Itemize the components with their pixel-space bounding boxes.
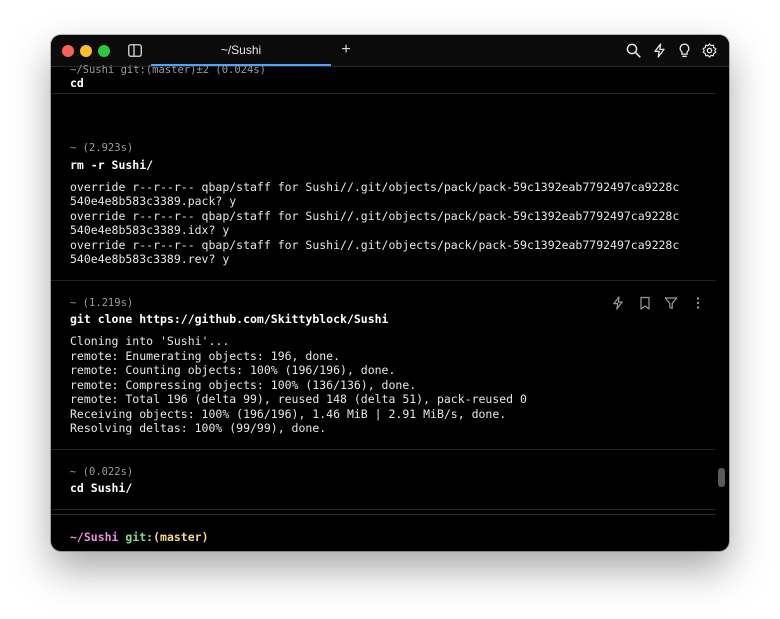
prompt-git-label: git:	[125, 530, 154, 544]
output-line: override r--r--r-- qbap/staff for Sushi/…	[70, 238, 680, 252]
scrollbar[interactable]	[718, 468, 725, 487]
lightning-icon[interactable]	[652, 43, 667, 58]
tab-sushi[interactable]: ~/Sushi	[151, 35, 331, 66]
output-line: override r--r--r-- qbap/staff for Sushi/…	[70, 180, 680, 194]
output-line: Resolving deltas: 100% (99/99), done.	[70, 421, 327, 435]
output-line: Receiving objects: 100% (196/196), 1.46 …	[70, 407, 507, 421]
close-window-button[interactable]	[62, 45, 74, 57]
output-line: remote: Counting objects: 100% (196/196)…	[70, 363, 396, 377]
block-workflow-lightning-icon[interactable]	[611, 296, 625, 310]
tab-title: ~/Sushi	[220, 43, 262, 57]
block-command[interactable]: cd Sushi/	[70, 481, 132, 496]
block-meta: ~ (1.219s)	[70, 297, 134, 309]
block-divider	[51, 280, 716, 281]
input-prompt[interactable]: ~/Sushi git:(master)	[70, 530, 209, 545]
block-command[interactable]: git clone https://github.com/Skittyblock…	[70, 312, 389, 327]
search-icon[interactable]	[626, 43, 641, 58]
output-line: remote: Total 196 (delta 99), reused 148…	[70, 392, 527, 406]
output-line: Cloning into 'Sushi'...	[70, 334, 230, 348]
block-divider	[51, 93, 716, 94]
block-meta: ~ (2.923s)	[70, 142, 134, 154]
prompt-branch: (master)	[153, 530, 209, 544]
block-command[interactable]: rm -r Sushi/	[70, 158, 153, 173]
lightbulb-icon[interactable]	[677, 43, 692, 58]
output-line: remote: Enumerating objects: 196, done.	[70, 349, 341, 363]
block-command[interactable]: cd	[70, 76, 84, 91]
minimize-window-button[interactable]	[80, 45, 92, 57]
block-meta: ~/Sushi git:(master)±2 (0.024s)	[70, 64, 266, 76]
input-divider	[51, 514, 716, 515]
filter-icon[interactable]	[664, 296, 678, 310]
prompt-path: ~/Sushi	[70, 530, 119, 544]
output-line: override r--r--r-- qbap/staff for Sushi/…	[70, 209, 680, 223]
maximize-window-button[interactable]	[98, 45, 110, 57]
output-line: 540e4e8b583c3389.pack? y	[70, 194, 237, 208]
output-line: 540e4e8b583c3389.rev? y	[70, 252, 230, 266]
output-line: remote: Compressing objects: 100% (136/1…	[70, 378, 417, 392]
block-divider	[51, 449, 716, 450]
terminal-window: ~/Sushi + ~/Sushi git:(master)±2 (0.024s…	[51, 35, 729, 551]
output-line: 540e4e8b583c3389.idx? y	[70, 223, 230, 237]
gear-icon[interactable]	[702, 43, 717, 58]
sidebar-toggle-icon[interactable]	[128, 44, 142, 57]
more-options-icon[interactable]	[691, 296, 705, 310]
block-divider	[51, 509, 716, 510]
bookmark-icon[interactable]	[638, 296, 652, 310]
block-meta: ~ (0.022s)	[70, 466, 134, 478]
terminal-output: ~/Sushi git:(master)±2 (0.024s) cd ~ (2.…	[51, 64, 729, 551]
new-tab-button[interactable]: +	[339, 39, 353, 61]
